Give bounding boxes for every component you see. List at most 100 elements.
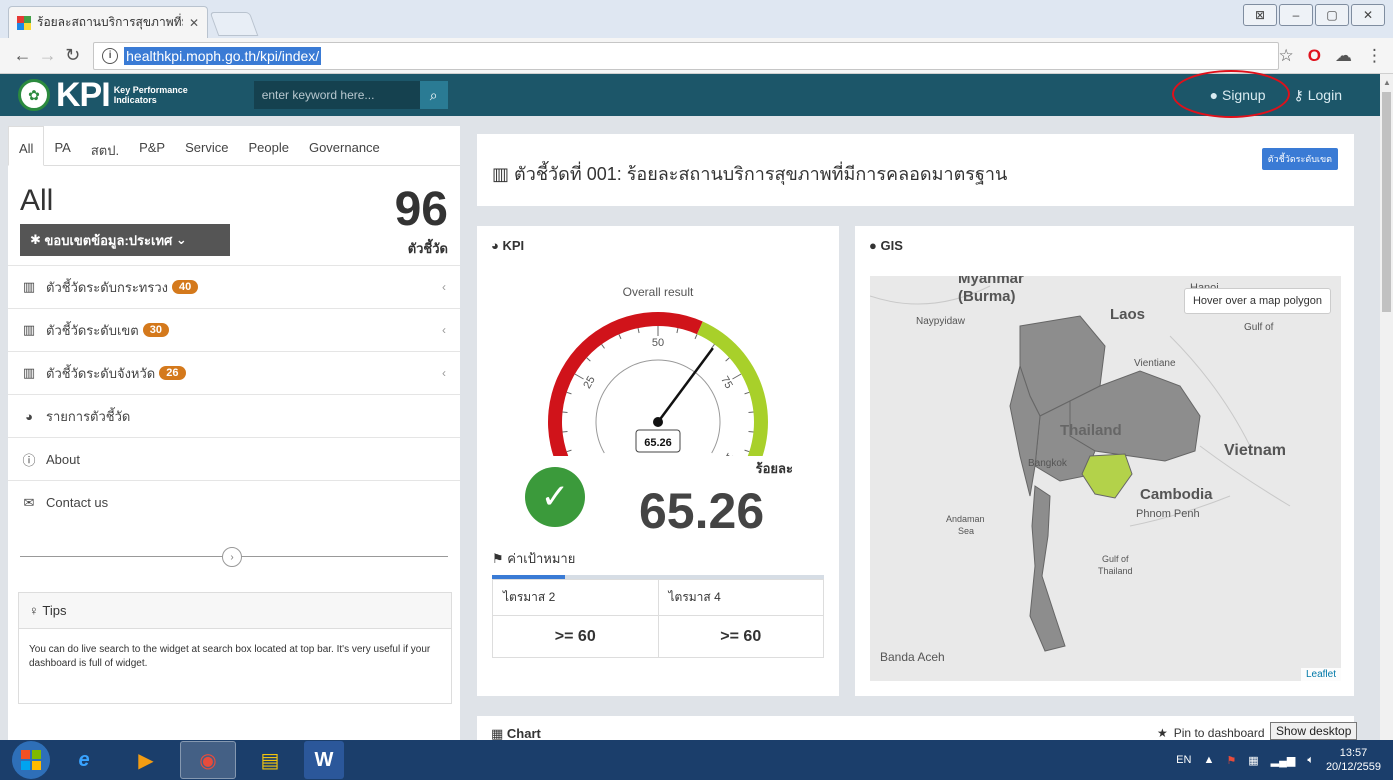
new-tab-button[interactable]: [209, 12, 259, 36]
tab-pp[interactable]: P&P: [129, 126, 175, 165]
count-badge: 40: [172, 280, 199, 294]
gauge-tick: [748, 411, 754, 413]
target-value-q4: >= 60: [657, 615, 824, 658]
map-label-andaman-sea: Sea: [958, 526, 975, 536]
summary-title: All: [20, 184, 54, 217]
action-center-icon[interactable]: ⚑: [1226, 754, 1236, 767]
bookmark-star-icon[interactable]: ☆: [1279, 46, 1294, 66]
tray-arrow-icon[interactable]: ▲: [1203, 754, 1214, 766]
back-icon[interactable]: ←: [10, 45, 35, 66]
tab-service[interactable]: Service: [175, 126, 238, 165]
indicator-title: ▥ ตัวชี้วัดที่ 001: ร้อยละสถานบริการสุขภ…: [492, 164, 1008, 184]
tab-stp[interactable]: สตป.: [81, 126, 129, 165]
key-icon: ⚷: [1293, 86, 1308, 103]
chart-card: ▦ Chart ★ Pin to dashboard ON: [477, 716, 1354, 741]
gauge-tick: [725, 357, 730, 362]
gauge-tick-label: 100: [717, 451, 737, 456]
leaflet-attribution-link[interactable]: Leaflet: [1300, 668, 1341, 681]
sidebar-item-indicator-list[interactable]: ◕ รายการตัวชี้วัด: [8, 395, 460, 438]
network-icon[interactable]: ▦: [1248, 754, 1258, 767]
tab-title: ร้อยละสถานบริการสุขภาพที่มี: [37, 15, 183, 29]
gauge-tick: [601, 344, 605, 349]
sidebar-item-contact[interactable]: ✉ Contact us: [8, 481, 460, 524]
window-minimize-button[interactable]: –: [1279, 4, 1313, 26]
sidebar-item-region[interactable]: ▥ ตัวชี้วัดระดับเขต 30 ‹: [8, 309, 460, 352]
dashboard-icon: ◕: [491, 238, 503, 253]
kpi-gauge: Overall result 0255075100 65.26: [548, 285, 768, 456]
search-icon[interactable]: ⌕: [419, 81, 448, 109]
chevron-down-icon: ⌄: [172, 232, 187, 247]
search-input[interactable]: [253, 81, 420, 109]
moph-seal-icon: ✿: [18, 79, 50, 111]
logo-text[interactable]: KPI: [56, 76, 111, 115]
browser-tab[interactable]: ร้อยละสถานบริการสุขภาพที่มี ✕: [8, 6, 208, 38]
map-hover-tooltip: Hover over a map polygon: [1183, 288, 1331, 314]
summary-block: All ✱ ขอบเขตข้อมูล:ประเทศ ⌄ 96 ตัวชี้วัด: [8, 166, 460, 266]
extension-icon[interactable]: ☁: [1335, 46, 1352, 66]
gauge-tick-label: 75: [718, 374, 735, 391]
tab-governance[interactable]: Governance: [299, 126, 390, 165]
map-label-laos: Laos: [1110, 306, 1146, 323]
page-scrollbar[interactable]: ▲: [1380, 74, 1393, 740]
site-navbar: ✿ KPI Key Performance Indicators ⌕ ● Sig…: [0, 74, 1380, 116]
taskbar-clock[interactable]: 13:57 20/12/2559: [1326, 746, 1381, 774]
media-player-icon[interactable]: ▶: [118, 741, 174, 779]
url-text[interactable]: healthkpi.moph.go.th/kpi/index/: [124, 46, 322, 65]
map-thailand-south[interactable]: [1029, 485, 1066, 652]
file-explorer-icon[interactable]: ▤: [242, 741, 298, 779]
opera-icon[interactable]: O: [1308, 46, 1321, 66]
chrome-icon[interactable]: ◉: [180, 741, 236, 779]
scroll-up-icon[interactable]: ▲: [1383, 78, 1391, 87]
window-maximize-button[interactable]: ▢: [1315, 4, 1349, 26]
map-label-bangkok: Bangkok: [1028, 458, 1067, 469]
word-icon[interactable]: W: [304, 741, 344, 779]
start-button[interactable]: [12, 741, 50, 779]
sidebar-item-province[interactable]: ▥ ตัวชี้วัดระดับจังหวัด 26 ‹: [8, 352, 460, 395]
sidebar-item-about[interactable]: ⓘ About: [8, 438, 460, 481]
scrollbar-thumb[interactable]: [1382, 92, 1391, 312]
collapse-chevron-icon[interactable]: ›: [222, 547, 242, 567]
signup-link[interactable]: ● Signup: [1210, 87, 1266, 104]
gauge-pivot: [653, 417, 663, 427]
window-user-button[interactable]: ⊠: [1243, 4, 1277, 26]
map-canvas[interactable]: [870, 276, 1341, 681]
tab-all[interactable]: All: [8, 126, 45, 166]
region-indicator-button[interactable]: ตัวชี้วัดระดับเขต: [1261, 148, 1338, 170]
address-bar[interactable]: i healthkpi.moph.go.th/kpi/index/: [93, 41, 1279, 70]
ie-icon[interactable]: e: [56, 741, 112, 779]
login-link[interactable]: ⚷ Login: [1294, 87, 1342, 104]
forward-icon[interactable]: →: [35, 45, 60, 66]
menu-kebab-icon[interactable]: ⋮: [1366, 46, 1383, 66]
info-circle-icon: ⓘ: [22, 452, 36, 468]
sidebar-item-ministry[interactable]: ▥ ตัวชี้วัดระดับกระทรวง 40 ‹: [8, 266, 460, 309]
kpi-card: ◕ KPI Overall result 0255075100 65.26 ร้…: [477, 226, 839, 696]
count-badge: 30: [142, 323, 169, 337]
volume-icon[interactable]: 🔈︎: [1307, 754, 1314, 767]
reload-icon[interactable]: ↻: [60, 45, 85, 66]
tab-pa[interactable]: PA: [44, 126, 80, 165]
map-label-gulf-thailand: Thailand: [1098, 566, 1133, 576]
map-label-gulf-tonkin: Gulf of: [1244, 322, 1274, 333]
gauge-tick: [694, 334, 698, 340]
tips-header: ♀ Tips: [19, 593, 451, 629]
map-label-banda-aceh: Banda Aceh: [880, 650, 945, 664]
scope-dropdown[interactable]: ✱ ขอบเขตข้อมูล:ประเทศ ⌄: [20, 224, 230, 256]
bar-chart-icon: ▥: [22, 365, 36, 380]
category-tabs: All PA สตป. P&P Service People Governanc…: [8, 126, 460, 166]
window-close-button[interactable]: ✕: [1351, 4, 1385, 26]
info-icon[interactable]: i: [102, 47, 119, 64]
sidebar: All PA สตป. P&P Service People Governanc…: [8, 126, 460, 740]
map-thailand-east-highlight[interactable]: [1081, 453, 1133, 499]
show-desktop-tooltip: Show desktop: [1270, 722, 1358, 740]
indicator-count: 96: [394, 183, 448, 236]
gauge-title: Overall result: [623, 285, 694, 299]
tab-close-icon[interactable]: ✕: [189, 16, 199, 30]
language-indicator[interactable]: EN: [1176, 754, 1191, 766]
gis-map[interactable]: Myanmar (Burma) Naypyidaw Laos Hanoi Gul…: [870, 276, 1341, 681]
target-value-q2: >= 60: [492, 615, 659, 658]
gear-icon: ✱: [30, 232, 45, 247]
gauge-tick-label: 25: [581, 374, 598, 391]
gauge-tick: [562, 411, 568, 413]
signal-icon[interactable]: ▂▄▆: [1271, 754, 1296, 767]
tab-people[interactable]: People: [238, 126, 298, 165]
